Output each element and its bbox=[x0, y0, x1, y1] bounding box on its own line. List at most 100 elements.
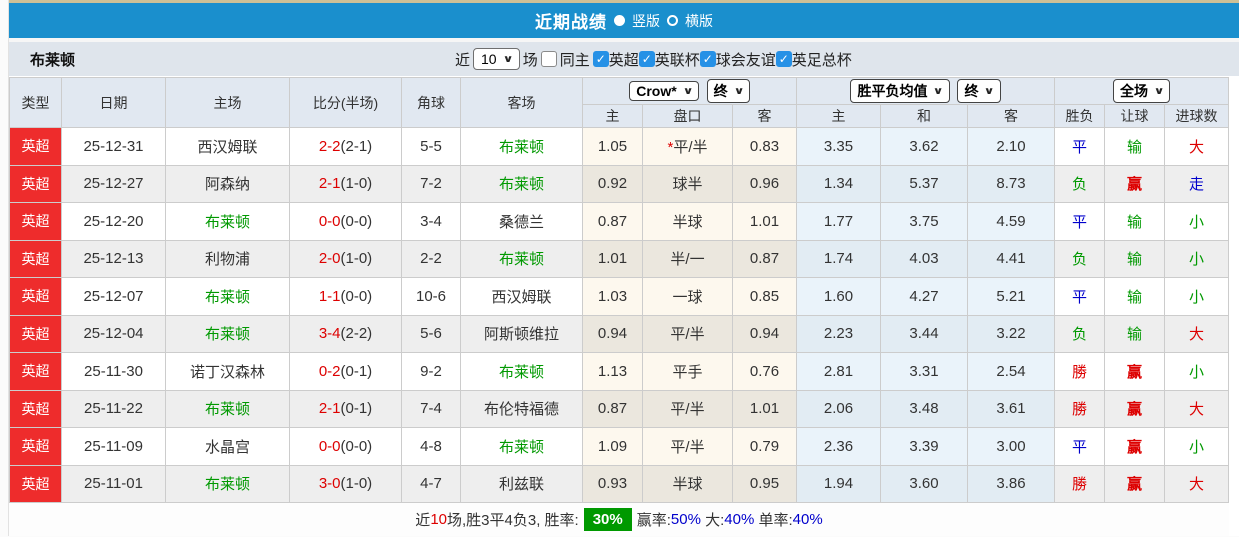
subheader-result-wdl: 胜负 bbox=[1054, 104, 1106, 128]
chevron-down-icon: ∨ bbox=[502, 53, 514, 65]
cell-handicap: 平手 bbox=[642, 352, 733, 391]
match-filters: 近 10 ∨ 场 同主 ✓ 英超 ✓ 英联杯 ✓ 球会友谊 ✓ 英足总杯 bbox=[455, 42, 855, 76]
checked-checkbox-icon[interactable]: ✓ bbox=[638, 51, 655, 67]
cell-result-handicap: 赢 bbox=[1104, 464, 1166, 503]
avg-state-select[interactable]: 终 ∨ bbox=[957, 79, 1001, 103]
table-row: 英超 25-11-01 布莱顿 3-0(1-0) 4-7 利兹联 0.93 半球… bbox=[9, 464, 1230, 503]
subheader-avg-away: 客 bbox=[967, 104, 1056, 128]
vertical-layout-radio[interactable] bbox=[614, 15, 625, 26]
cell-odds-home: 1.09 bbox=[582, 427, 643, 466]
cell-corners: 5-6 bbox=[401, 314, 461, 353]
league-filter-item[interactable]: ✓ 英足总杯 bbox=[775, 49, 852, 70]
cell-home-team: 阿森纳 bbox=[165, 164, 290, 203]
chevron-down-icon: ∨ bbox=[984, 85, 996, 97]
cell-result-wdl: 负 bbox=[1054, 164, 1106, 203]
cell-result-wdl: 负 bbox=[1054, 314, 1106, 353]
league-filter-label[interactable]: 英足总杯 bbox=[792, 49, 852, 70]
scope-select[interactable]: 全场 ∨ bbox=[1112, 79, 1171, 103]
league-filter-label[interactable]: 英联杯 bbox=[655, 49, 700, 70]
cell-avg-away: 3.22 bbox=[967, 314, 1056, 353]
cell-avg-draw: 3.48 bbox=[880, 389, 969, 428]
same-home-label[interactable]: 同主 bbox=[560, 49, 590, 70]
cell-date: 25-12-31 bbox=[61, 127, 166, 166]
table-row: 英超 25-11-09 水晶宫 0-0(0-0) 4-8 布莱顿 1.09 平/… bbox=[9, 427, 1230, 466]
cell-league-type: 英超 bbox=[9, 127, 62, 166]
cell-avg-draw: 4.03 bbox=[880, 239, 969, 278]
odds-state-value: 终 bbox=[713, 83, 728, 99]
filter-bar: 布莱顿 近 10 ∨ 场 同主 ✓ 英超 ✓ 英联杯 ✓ 球会友谊 ✓ 英足总杯 bbox=[9, 42, 1239, 77]
cell-handicap: 球半 bbox=[642, 164, 733, 203]
league-filter-item[interactable]: ✓ 英联杯 bbox=[638, 49, 700, 70]
cell-league-type: 英超 bbox=[9, 202, 62, 241]
cell-home-team: 布莱顿 bbox=[165, 314, 290, 353]
cell-odds-home: 0.87 bbox=[582, 389, 643, 428]
same-home-checkbox[interactable] bbox=[540, 51, 557, 67]
league-filter-item[interactable]: ✓ 英超 bbox=[592, 49, 639, 70]
cell-home-team: 布莱顿 bbox=[165, 277, 290, 316]
cell-result-goals: 小 bbox=[1164, 277, 1230, 316]
cell-corners: 10-6 bbox=[401, 277, 461, 316]
cell-result-goals: 大 bbox=[1164, 314, 1230, 353]
odds-state-select[interactable]: 终 ∨ bbox=[706, 79, 750, 103]
chevron-down-icon: ∨ bbox=[733, 85, 745, 97]
cell-result-goals: 大 bbox=[1164, 464, 1230, 503]
games-label: 场 bbox=[522, 51, 538, 69]
chevron-down-icon: ∨ bbox=[933, 85, 944, 97]
cell-home-team: 西汉姆联 bbox=[165, 127, 290, 166]
table-row: 英超 25-12-13 利物浦 2-0(1-0) 2-2 布莱顿 1.01 半/… bbox=[9, 239, 1230, 278]
cell-result-handicap: 赢 bbox=[1104, 164, 1166, 203]
footer-text: 40% bbox=[724, 511, 755, 528]
cell-away-team: 布莱顿 bbox=[460, 127, 583, 166]
cell-home-team: 诺丁汉森林 bbox=[165, 352, 290, 391]
cell-odds-away: 0.96 bbox=[731, 164, 798, 203]
cell-result-wdl: 平 bbox=[1054, 202, 1106, 241]
chevron-down-icon: ∨ bbox=[682, 85, 694, 97]
league-filter-label[interactable]: 球会友谊 bbox=[716, 49, 776, 70]
cell-avg-home: 2.23 bbox=[796, 314, 882, 353]
checked-checkbox-icon[interactable]: ✓ bbox=[775, 51, 792, 67]
cell-home-team: 布莱顿 bbox=[165, 464, 290, 503]
cell-score: 2-1(1-0) bbox=[289, 164, 402, 203]
header-corners: 角球 bbox=[401, 77, 461, 128]
checked-checkbox-icon[interactable]: ✓ bbox=[592, 51, 609, 67]
footer-text: 10 bbox=[430, 511, 447, 528]
cell-league-type: 英超 bbox=[9, 277, 62, 316]
league-filter-item[interactable]: ✓ 球会友谊 bbox=[699, 49, 776, 70]
cell-avg-away: 4.41 bbox=[967, 239, 1056, 278]
subheader-odds-home: 主 bbox=[582, 104, 643, 128]
cell-avg-away: 3.86 bbox=[967, 464, 1056, 503]
horizontal-layout-radio[interactable] bbox=[667, 15, 678, 26]
cell-league-type: 英超 bbox=[9, 389, 62, 428]
cell-home-team: 布莱顿 bbox=[165, 202, 290, 241]
cell-odds-away: 0.79 bbox=[731, 427, 798, 466]
cell-avg-away: 8.73 bbox=[967, 164, 1056, 203]
win-rate-badge: 30% bbox=[583, 508, 632, 531]
cell-away-team: 西汉姆联 bbox=[460, 277, 583, 316]
cell-league-type: 英超 bbox=[9, 314, 62, 353]
horizontal-layout-label[interactable]: 横版 bbox=[685, 11, 713, 31]
subheader-odds-away: 客 bbox=[731, 104, 798, 128]
avg-select[interactable]: 胜平负均值 ∨ bbox=[850, 79, 950, 103]
cell-away-team: 利兹联 bbox=[460, 464, 583, 503]
league-filter-label[interactable]: 英超 bbox=[609, 49, 639, 70]
cell-odds-home: 0.94 bbox=[582, 314, 643, 353]
cell-avg-away: 5.21 bbox=[967, 277, 1056, 316]
cell-result-goals: 大 bbox=[1164, 389, 1230, 428]
cell-result-handicap: 赢 bbox=[1104, 352, 1166, 391]
match-count-select[interactable]: 10 ∨ bbox=[473, 48, 520, 70]
title-bar: 近期战绩 竖版 横版 bbox=[9, 3, 1239, 38]
header-home: 主场 bbox=[165, 77, 290, 128]
footer-text: 大: bbox=[700, 512, 725, 529]
cell-result-goals: 走 bbox=[1164, 164, 1230, 203]
odds-company-select[interactable]: Crow* ∨ bbox=[629, 81, 699, 101]
cell-away-team: 阿斯顿维拉 bbox=[460, 314, 583, 353]
cell-avg-home: 2.81 bbox=[796, 352, 882, 391]
checked-checkbox-icon[interactable]: ✓ bbox=[699, 51, 716, 67]
vertical-layout-label[interactable]: 竖版 bbox=[632, 11, 660, 31]
cell-avg-away: 2.54 bbox=[967, 352, 1056, 391]
avg-state-value: 终 bbox=[964, 83, 979, 99]
cell-date: 25-11-09 bbox=[61, 427, 166, 466]
cell-home-team: 布莱顿 bbox=[165, 389, 290, 428]
results-table: 类型 日期 主场 比分(半场) 角球 客场 Crow* ∨ 终 ∨ 胜平负均值 ∨ 终… bbox=[9, 77, 1230, 503]
cell-odds-home: 0.87 bbox=[582, 202, 643, 241]
